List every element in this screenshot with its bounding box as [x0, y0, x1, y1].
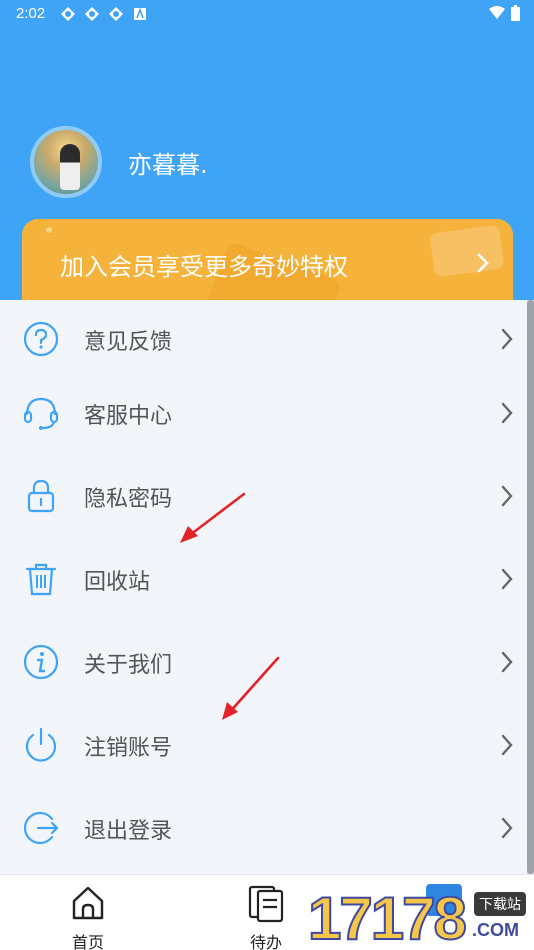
tab-label: 首页 — [71, 933, 104, 950]
battery-icon — [511, 5, 520, 21]
watermark-logo: 17178 下载站 .COM — [307, 884, 534, 950]
menu-item-label: 退出登录 — [84, 819, 173, 844]
todo-icon — [248, 885, 284, 923]
menu-item-customer-service[interactable]: 客服中心 — [0, 374, 527, 454]
menu-item-privacy-password[interactable]: 隐私密码 — [0, 457, 527, 537]
tab-label: 待办 — [249, 933, 282, 950]
menu-item-label: 回收站 — [84, 570, 151, 595]
vip-banner[interactable]: 加入会员享受更多奇妙特权 — [22, 219, 513, 310]
menu-item-delete-account[interactable]: 注销账号 — [0, 706, 527, 786]
notification-icons — [60, 6, 148, 22]
chevron-right-icon — [501, 817, 513, 839]
settings-menu: 意见反馈 客服中心 隐私密码 回收站 关于我们 注销账号 退出登录 — [0, 300, 527, 874]
app-notification-icon — [61, 7, 75, 21]
avatar[interactable] — [30, 126, 102, 198]
info-circle-icon — [23, 644, 59, 680]
menu-item-label: 关于我们 — [84, 653, 173, 678]
system-status — [489, 5, 520, 21]
username[interactable]: 亦暮暮. — [128, 145, 208, 180]
menu-item-logout[interactable]: 退出登录 — [0, 789, 527, 869]
power-icon — [25, 727, 57, 762]
menu-item-label: 隐私密码 — [84, 487, 173, 512]
trash-icon — [25, 563, 57, 596]
scrollbar[interactable] — [527, 300, 534, 874]
menu-item-label: 意见反馈 — [84, 330, 173, 355]
vip-banner-text: 加入会员享受更多奇妙特权 — [60, 253, 348, 281]
chevron-right-icon — [501, 328, 513, 350]
chevron-right-icon — [501, 734, 513, 756]
menu-item-about-us[interactable]: 关于我们 — [0, 623, 527, 703]
menu-item-recycle-bin[interactable]: 回收站 — [0, 540, 527, 620]
chevron-right-icon — [501, 485, 513, 507]
watermark-domain: .COM — [472, 920, 519, 940]
chevron-right-icon — [477, 253, 489, 273]
wifi-icon — [489, 6, 505, 19]
profile-header: 2:02 亦暮暮. 加入会员享受更多奇妙特权 — [0, 0, 534, 310]
status-bar: 2:02 — [0, 0, 534, 28]
headset-icon — [23, 397, 59, 430]
menu-item-feedback[interactable]: 意见反馈 — [0, 300, 527, 380]
question-circle-icon — [23, 321, 59, 357]
logout-icon — [23, 811, 59, 845]
watermark-tag: 下载站 — [474, 892, 526, 916]
scrollbar-thumb[interactable] — [527, 300, 534, 874]
tab-home[interactable]: 首页 — [48, 883, 128, 950]
watermark-digits: 17178 — [307, 884, 468, 950]
app-notification-icon — [109, 7, 123, 21]
status-time: 2:02 — [16, 5, 46, 22]
user-profile[interactable]: 亦暮暮. — [30, 126, 208, 198]
home-icon — [72, 886, 104, 920]
tab-todo[interactable]: 待办 — [226, 883, 306, 950]
menu-item-label: 客服中心 — [84, 404, 173, 429]
font-notification-icon — [134, 7, 146, 20]
chevron-right-icon — [501, 402, 513, 424]
chevron-right-icon — [501, 568, 513, 590]
chevron-right-icon — [501, 651, 513, 673]
lock-icon — [27, 479, 55, 513]
app-notification-icon — [85, 7, 99, 21]
menu-item-label: 注销账号 — [84, 736, 173, 761]
